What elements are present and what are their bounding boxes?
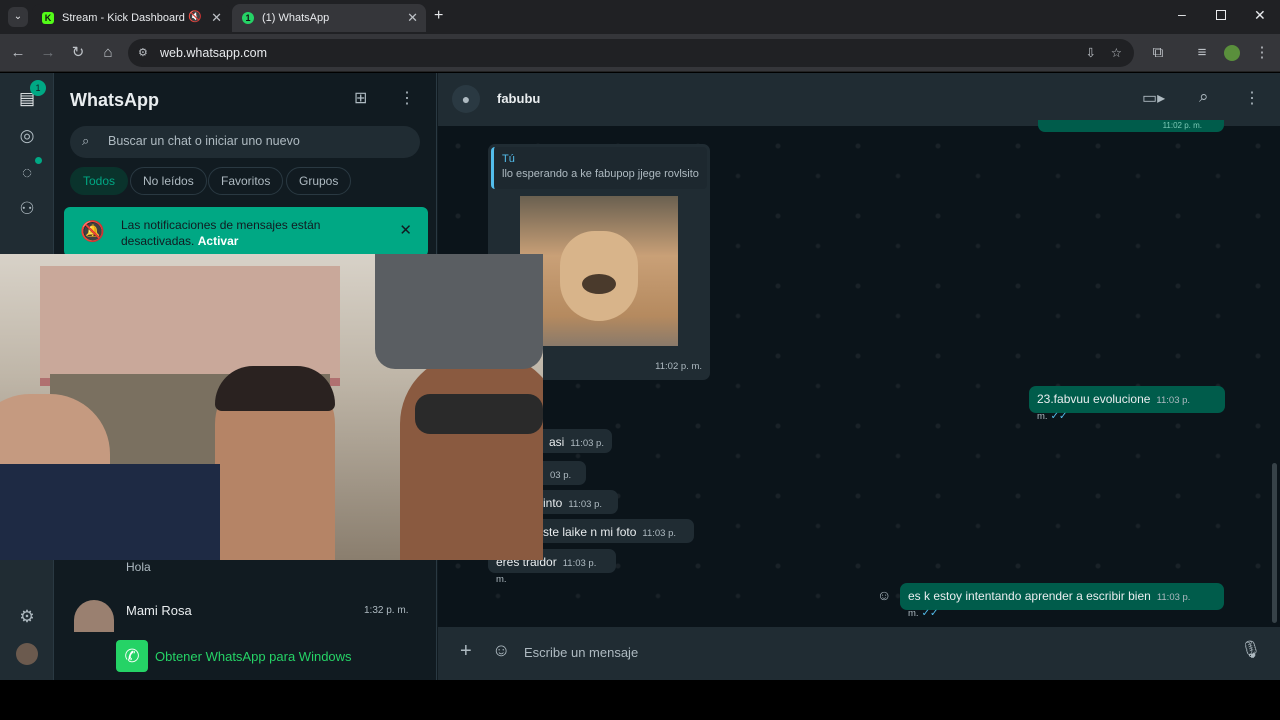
double-check-icon: ✓✓ [921, 608, 939, 619]
contact-avatar[interactable]: ● [452, 85, 480, 113]
profile-avatar[interactable] [1224, 45, 1240, 61]
forward-arrow-icon[interactable]: → [38, 43, 58, 63]
communities-icon[interactable]: ⚇ [15, 197, 39, 221]
sidebar-menu-icon[interactable]: ⋮ [399, 88, 415, 108]
get-app-banner[interactable]: ✆ Obtener WhatsApp para Windows [54, 633, 436, 680]
message-input-placeholder: Escribe un mensaje [524, 645, 639, 660]
message-composer: + ☺ Escribe un mensaje 🎙 [438, 627, 1280, 680]
browser-toolbar: ← → ↻ ⌂ ⚙ web.whatsapp.com ⇩ ☆ ⧉ ≡ ⋮ [0, 34, 1280, 72]
home-icon[interactable]: ⌂ [98, 43, 118, 63]
search-box[interactable]: ⌕ Buscar un chat o iniciar uno nuevo [70, 126, 420, 158]
tab-kick-dashboard[interactable]: K Stream - Kick Dashboard 🔇 ✕ [32, 4, 230, 32]
message-time: 11:02 p. m. [1162, 121, 1202, 130]
browser-menu-icon[interactable]: ⋮ [1252, 43, 1272, 63]
tab-title: (1) WhatsApp [262, 12, 330, 24]
double-check-icon: ✓✓ [1050, 411, 1068, 422]
tab-title: Stream - Kick Dashboard [62, 12, 185, 24]
profile-avatar[interactable] [16, 643, 38, 665]
browser-tab-bar: ⌄ K Stream - Kick Dashboard 🔇 ✕ 1 (1) Wh… [0, 0, 1280, 34]
message-bubble: es k estoy intentando aprender a escribi… [900, 583, 1224, 619]
message-time: 11:02 p. m. [655, 361, 702, 372]
chat-item-preview: Hola [126, 560, 151, 574]
message-text: es k estoy intentando aprender a escribi… [908, 589, 1151, 603]
webcam-shirt [0, 464, 220, 560]
get-app-text: Obtener WhatsApp para Windows [155, 649, 352, 664]
chat-item-name: Mami Rosa [126, 603, 192, 618]
settings-gear-icon[interactable]: ⚙ [15, 605, 39, 629]
scrollbar[interactable] [1272, 463, 1277, 623]
whatsapp-logo-icon: ✆ [116, 640, 148, 672]
sidebar-title: WhatsApp [70, 90, 159, 110]
new-tab-button[interactable]: + [434, 7, 443, 25]
chats-badge: 1 [30, 80, 46, 96]
webcam-cap [375, 254, 543, 369]
conversation-panel: ● fabubu ▭▸ ⌕ ⋮ 11:02 p. m. Tú llo esper… [438, 73, 1280, 680]
webcam-person-right [400, 354, 543, 560]
close-window-icon[interactable]: ✕ [1254, 7, 1266, 24]
chat-item-mami-rosa[interactable]: Mami Rosa 1:32 p. m. [54, 595, 436, 633]
chat-menu-icon[interactable]: ⋮ [1244, 88, 1260, 108]
close-icon[interactable]: ✕ [399, 221, 412, 239]
bell-off-icon: 🔕 [80, 221, 105, 243]
attach-plus-icon[interactable]: + [460, 640, 472, 663]
chat-item-time: 1:32 p. m. [364, 605, 409, 616]
webcam-person-center-hair [215, 366, 335, 411]
dog-photo[interactable] [520, 196, 678, 346]
tab-whatsapp[interactable]: 1 (1) WhatsApp ✕ [232, 4, 426, 32]
search-input[interactable]: Buscar un chat o iniciar uno nuevo [108, 134, 300, 148]
search-icon: ⌕ [82, 133, 90, 148]
site-info-icon[interactable]: ⚙ [138, 39, 148, 67]
media-control-icon[interactable]: ≡ [1192, 43, 1212, 63]
kick-logo-icon: K [42, 12, 54, 24]
video-call-icon[interactable]: ▭▸ [1142, 88, 1165, 108]
whatsapp-badge-icon: 1 [242, 12, 254, 24]
filter-no-leidos[interactable]: No leídos [130, 167, 207, 195]
react-emoji-icon[interactable]: ☺ [877, 587, 891, 603]
notice-activar-link[interactable]: Activar [198, 234, 239, 248]
contact-name[interactable]: fabubu [497, 91, 540, 106]
quoted-author: Tú [502, 153, 515, 165]
filter-grupos[interactable]: Grupos [286, 167, 352, 195]
url-text: web.whatsapp.com [160, 46, 268, 60]
filter-todos[interactable]: Todos [70, 167, 129, 195]
message-text: 23.fabvuu evolucione [1037, 392, 1151, 406]
chat-header: ● fabubu ▭▸ ⌕ ⋮ [438, 73, 1280, 126]
bookmark-star-icon[interactable]: ☆ [1111, 39, 1122, 67]
maximize-icon[interactable] [1216, 10, 1226, 20]
chat-item[interactable]: Hola [54, 557, 436, 593]
filter-favoritos[interactable]: Favoritos [208, 167, 284, 195]
webcam-overlay [0, 254, 543, 560]
webcam-sunglasses [415, 394, 543, 434]
message-input[interactable]: Escribe un mensaje [522, 635, 1222, 671]
quoted-text: llo esperando a ke fabupop jjege rovlsit… [502, 168, 699, 180]
address-bar[interactable]: ⚙ web.whatsapp.com ⇩ ☆ [128, 39, 1134, 67]
message-bubble: 11:02 p. m. [1038, 120, 1224, 132]
search-icon[interactable]: ⌕ [1199, 87, 1209, 107]
close-tab-icon[interactable]: ✕ [407, 10, 418, 26]
channels-icon[interactable]: ◌ [15, 161, 39, 185]
mute-icon[interactable]: 🔇 [188, 10, 202, 23]
sticker-emoji-icon[interactable]: ☺ [492, 640, 510, 661]
reload-icon[interactable]: ↻ [68, 43, 88, 63]
message-bubble: 23.fabvuu evolucione 11:03 p. m. ✓✓ [1029, 386, 1225, 422]
avatar [74, 600, 114, 632]
new-chat-icon[interactable]: ⊞ [354, 88, 367, 108]
microphone-icon[interactable]: 🎙 [1240, 640, 1262, 660]
minimize-icon[interactable]: – [1178, 6, 1186, 22]
back-arrow-icon[interactable]: ← [8, 43, 28, 63]
tab-search-dropdown[interactable]: ⌄ [8, 7, 28, 27]
extensions-icon[interactable]: ⧉ [1148, 43, 1168, 63]
quoted-message[interactable]: Tú llo esperando a ke fabupop jjege rovl… [491, 147, 707, 189]
install-app-icon[interactable]: ⇩ [1086, 39, 1096, 67]
channels-dot [35, 157, 42, 164]
notifications-banner: 🔕 Las notificaciones de mensajes están d… [64, 207, 428, 257]
close-tab-icon[interactable]: ✕ [211, 10, 222, 26]
status-icon[interactable]: ◎ [15, 124, 39, 148]
